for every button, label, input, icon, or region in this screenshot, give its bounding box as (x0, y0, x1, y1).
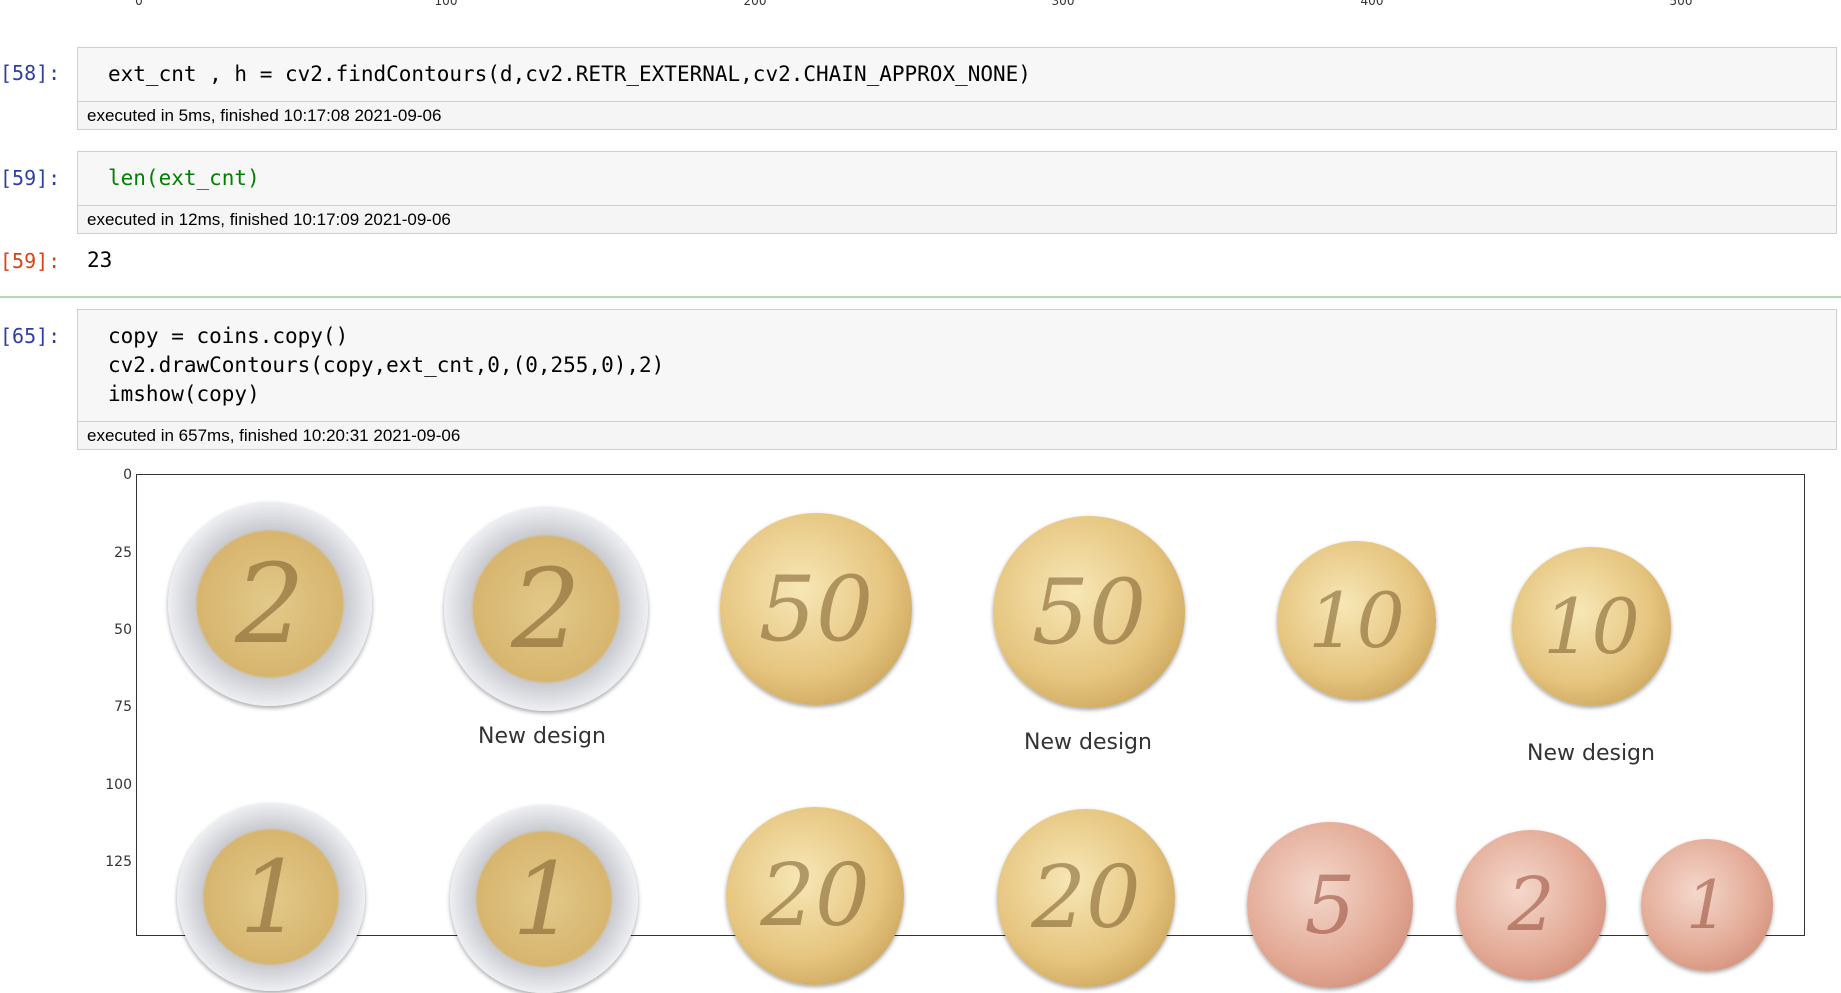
code-input[interactable]: ext_cnt , h = cv2.findContours(d,cv2.RET… (77, 47, 1837, 130)
input-prompt: [59]: (0, 166, 61, 190)
code-line: ext_cnt , h = cv2.findContours(d,cv2.RET… (108, 62, 1031, 86)
coin-10-cent: 10 (1277, 541, 1436, 700)
coin-caption: New design (1024, 730, 1152, 755)
coin-caption: New design (478, 724, 606, 749)
execution-info: executed in 5ms, finished 10:17:08 2021-… (78, 101, 1836, 129)
code-input[interactable]: len(ext_cnt) executed in 12ms, finished … (77, 151, 1837, 234)
y-tick: 75 (114, 699, 132, 715)
y-tick: 100 (105, 777, 132, 793)
coin-2-cent: 2 (1456, 830, 1606, 980)
input-prompt: [58]: (0, 61, 61, 85)
code-line: len(ext_cnt) (108, 166, 260, 190)
x-tick: 200 (743, 0, 767, 8)
coin-2-euro-new: 2 (444, 507, 648, 711)
output-prompt: [59]: (0, 249, 61, 273)
coin-1-cent: 1 (1641, 839, 1773, 971)
y-tick: 0 (123, 467, 132, 483)
execution-info: executed in 657ms, finished 10:20:31 202… (78, 421, 1836, 449)
coin-caption: New design (1527, 741, 1655, 766)
cell-separator (0, 296, 1841, 298)
y-tick: 125 (105, 854, 132, 870)
coin-1-euro: 1 (177, 803, 365, 991)
x-tick: 400 (1360, 0, 1384, 8)
code-line: imshow(copy) (108, 382, 260, 406)
coin-2-euro: 2 (168, 502, 372, 706)
code-block: copy = coins.copy() cv2.drawContours(copy… (78, 310, 1836, 409)
code-line: copy = coins.copy() (108, 324, 349, 348)
execution-info: executed in 12ms, finished 10:17:09 2021… (78, 205, 1836, 233)
y-tick: 25 (114, 545, 132, 561)
code-line: cv2.drawContours(copy,ext_cnt,0,(0,255,0… (108, 353, 665, 377)
x-tick: 500 (1669, 0, 1693, 8)
code-input[interactable]: copy = coins.copy() cv2.drawContours(copy… (77, 309, 1837, 450)
x-tick: 0 (135, 0, 143, 8)
output-value: 23 (87, 248, 113, 272)
coin-5-cent: 5 (1247, 822, 1413, 988)
x-tick: 100 (434, 0, 458, 8)
coin-10-cent-new: 10 (1512, 547, 1671, 706)
image-plot: 0 25 50 75 100 125 2 2 New design 50 50 … (80, 460, 1840, 993)
coin-20-cent-new: 20 (997, 809, 1175, 987)
previous-plot-x-axis: 0 100 200 300 400 500 (0, 0, 1841, 12)
y-tick: 50 (114, 622, 132, 638)
input-prompt: [65]: (0, 324, 61, 348)
coin-50-cent: 50 (720, 513, 912, 705)
x-tick: 300 (1051, 0, 1075, 8)
coin-20-cent: 20 (726, 807, 904, 985)
coins-image: 2 2 New design 50 50 New design 10 10 Ne… (136, 474, 1805, 993)
coin-50-cent-new: 50 (993, 516, 1185, 708)
coin-1-euro-new: 1 (450, 805, 638, 993)
